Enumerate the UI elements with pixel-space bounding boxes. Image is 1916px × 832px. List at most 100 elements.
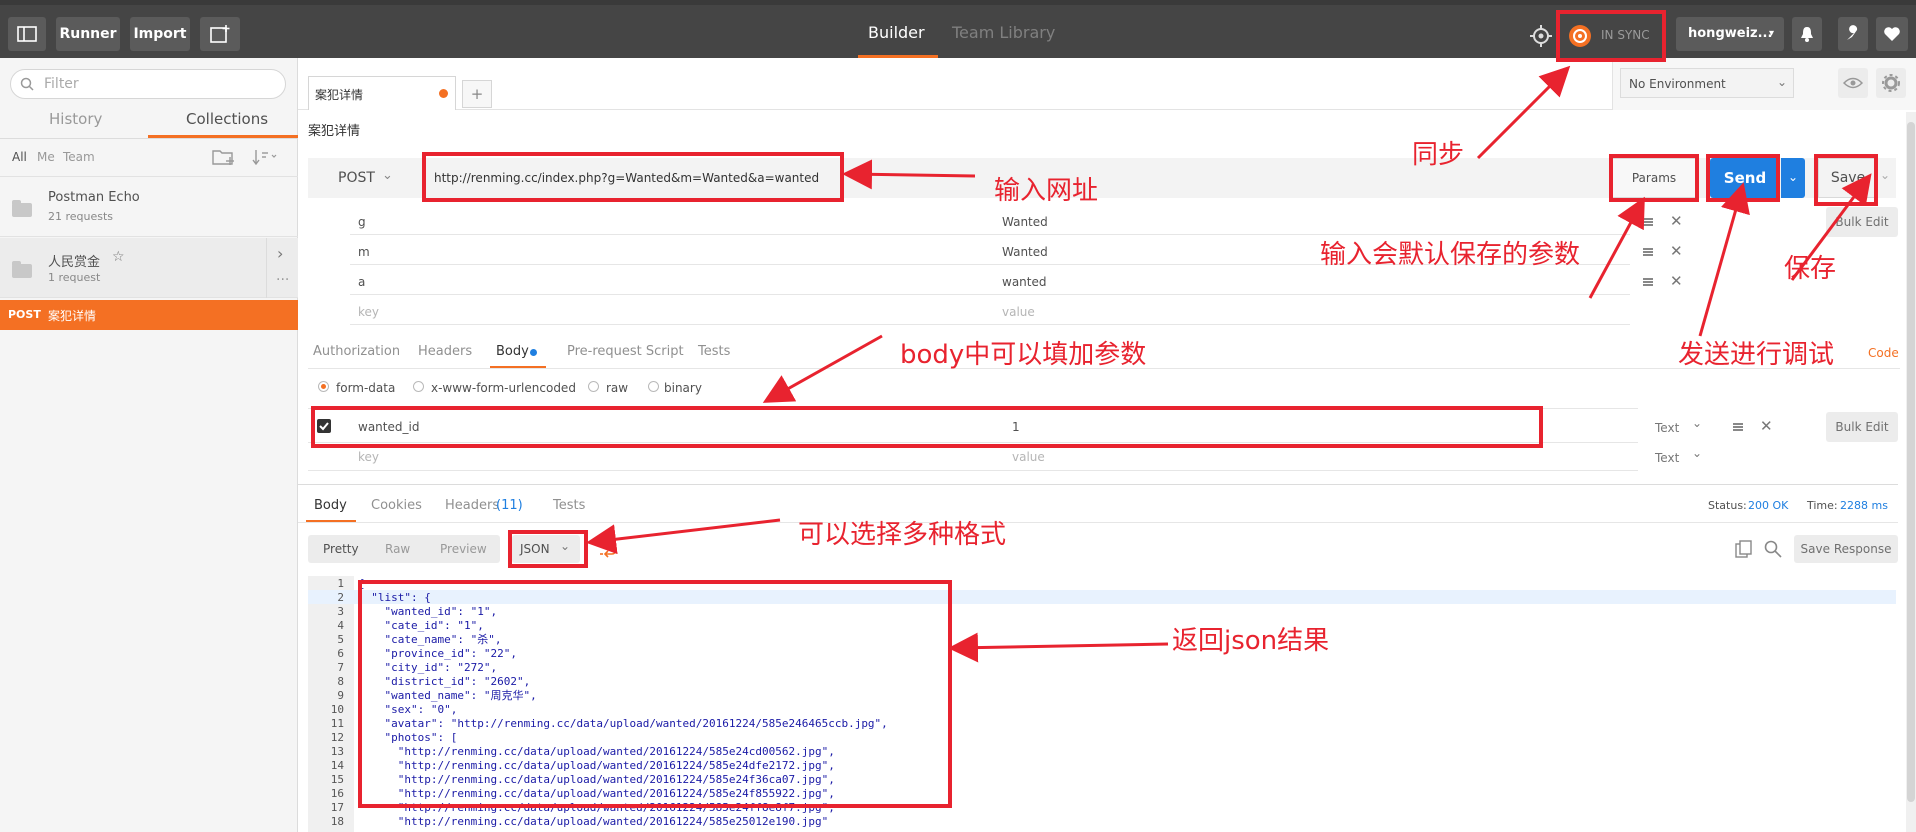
- new-window-button[interactable]: [200, 17, 240, 51]
- scope-all[interactable]: All: [12, 150, 27, 164]
- add-tab-button[interactable]: +: [462, 80, 492, 108]
- chevron-right-icon[interactable]: ›: [277, 244, 283, 263]
- wrap-lines-icon[interactable]: [598, 542, 618, 558]
- tab-body[interactable]: Body: [496, 344, 529, 359]
- delete-icon[interactable]: ✕: [1670, 272, 1683, 290]
- notifications-button[interactable]: [1792, 17, 1822, 51]
- radio-urlencoded[interactable]: [413, 381, 424, 392]
- body-mode-label: binary: [664, 381, 702, 395]
- interceptor-icon[interactable]: [1530, 25, 1552, 47]
- tab-cookies[interactable]: Cookies: [371, 498, 422, 513]
- view-raw[interactable]: Raw: [385, 542, 410, 556]
- tab-builder[interactable]: Builder: [868, 23, 925, 42]
- save-button[interactable]: Save: [1818, 158, 1878, 198]
- param-value[interactable]: Wanted: [1002, 245, 1048, 259]
- type-select[interactable]: Text: [1655, 451, 1679, 465]
- runner-button[interactable]: Runner: [56, 17, 120, 51]
- new-collection-icon[interactable]: [212, 148, 236, 166]
- tab-team-library[interactable]: Team Library: [952, 23, 1055, 42]
- radio-binary[interactable]: [648, 381, 659, 392]
- filter-input[interactable]: Filter: [10, 69, 286, 99]
- copy-icon[interactable]: [1735, 540, 1753, 558]
- more-icon[interactable]: ···: [276, 272, 289, 288]
- tab-headers[interactable]: Headers: [418, 344, 472, 359]
- code-text: "http://renming.cc/data/upload/wanted/20…: [358, 773, 835, 786]
- request-item-active[interactable]: POST 案犯详情: [0, 300, 298, 330]
- tab-pre-request-script[interactable]: Pre-request Script: [567, 344, 684, 359]
- annotation-format: 可以选择多种格式: [798, 520, 1007, 550]
- save-dropdown-chevron-icon[interactable]: ⌄: [1880, 168, 1890, 182]
- param-key[interactable]: g: [358, 215, 366, 229]
- collection-item[interactable]: Postman Echo 21 requests: [0, 177, 298, 237]
- scrollbar-thumb[interactable]: [1907, 122, 1915, 802]
- view-pretty[interactable]: Pretty: [323, 542, 359, 556]
- chevron-down-icon: ⌄: [560, 539, 571, 553]
- reorder-icon[interactable]: [1643, 218, 1653, 226]
- params-button[interactable]: Params: [1612, 158, 1696, 198]
- tab-collections[interactable]: Collections: [186, 110, 268, 128]
- body-key-placeholder[interactable]: key: [358, 450, 379, 464]
- param-value[interactable]: wanted: [1002, 275, 1046, 289]
- scrollbar[interactable]: [1906, 112, 1916, 832]
- eye-button[interactable]: [1838, 68, 1868, 98]
- delete-icon[interactable]: ✕: [1670, 212, 1683, 230]
- search-icon[interactable]: [1764, 540, 1782, 558]
- star-icon[interactable]: ☆: [112, 249, 125, 265]
- radio-form-data[interactable]: [318, 381, 329, 392]
- body-value-placeholder[interactable]: value: [1012, 450, 1045, 464]
- body-bulk-edit-button[interactable]: Bulk Edit: [1826, 412, 1898, 442]
- request-tab[interactable]: 案犯详情: [308, 76, 456, 110]
- code-editor[interactable]: 1 {2 "list": {3 "wanted_id": "1", 4 "cate_…: [308, 576, 1896, 832]
- import-button[interactable]: Import: [130, 17, 190, 51]
- param-key-placeholder[interactable]: key: [358, 305, 379, 319]
- tab-tests[interactable]: Tests: [698, 344, 730, 359]
- reorder-icon[interactable]: [1643, 248, 1653, 256]
- user-menu[interactable]: hongweiz... ▾: [1676, 17, 1784, 51]
- method-select[interactable]: POST ⌄: [320, 158, 406, 198]
- type-select[interactable]: Text: [1655, 421, 1679, 435]
- row-checkbox[interactable]: [317, 419, 331, 433]
- line-number: 7: [337, 661, 344, 674]
- sync-status[interactable]: IN SYNC: [1601, 28, 1650, 42]
- divider: [0, 138, 298, 139]
- radio-raw[interactable]: [588, 381, 599, 392]
- save-response-button[interactable]: Save Response: [1794, 535, 1898, 563]
- settings-button[interactable]: [1838, 17, 1868, 51]
- param-key[interactable]: m: [358, 245, 370, 259]
- divider: [298, 522, 1898, 523]
- reorder-icon[interactable]: [1643, 278, 1653, 286]
- tab-history[interactable]: History: [49, 110, 102, 128]
- param-value[interactable]: Wanted: [1002, 215, 1048, 229]
- sort-icon[interactable]: [252, 149, 278, 165]
- environment-settings-button[interactable]: [1876, 68, 1906, 98]
- tab-authorization[interactable]: Authorization: [313, 344, 400, 359]
- code-text: "wanted_name": "周克华",: [358, 689, 537, 702]
- sidebar: Filter History Collections All Me Team P…: [0, 58, 298, 832]
- code-text: "http://renming.cc/data/upload/wanted/20…: [358, 745, 835, 758]
- param-value-placeholder[interactable]: value: [1002, 305, 1035, 319]
- view-preview[interactable]: Preview: [440, 542, 487, 556]
- tab-response-body[interactable]: Body: [314, 498, 347, 513]
- headers-count: (11): [496, 498, 523, 513]
- delete-icon[interactable]: ✕: [1670, 242, 1683, 260]
- tab-response-headers[interactable]: Headers: [445, 498, 499, 513]
- params-bulk-edit-button[interactable]: Bulk Edit: [1826, 207, 1898, 237]
- reorder-icon[interactable]: [1733, 423, 1743, 431]
- code-text: "http://renming.cc/data/upload/wanted/20…: [358, 759, 835, 772]
- delete-icon[interactable]: ✕: [1760, 417, 1773, 435]
- send-dropdown-chevron-icon[interactable]: ⌄: [1781, 158, 1805, 198]
- format-select[interactable]: JSON ⌄: [512, 535, 580, 563]
- collection-item[interactable]: 人民赏金 ☆ 1 request › ···: [0, 238, 298, 298]
- scope-team[interactable]: Team: [63, 150, 95, 164]
- environment-select[interactable]: No Environment ⌄: [1620, 68, 1794, 98]
- param-key[interactable]: a: [358, 275, 365, 289]
- code-link[interactable]: Code: [1868, 346, 1899, 360]
- heart-button[interactable]: [1876, 17, 1908, 51]
- body-key[interactable]: wanted_id: [358, 420, 419, 434]
- send-button[interactable]: Send: [1710, 158, 1780, 198]
- scope-me[interactable]: Me: [37, 150, 55, 164]
- sidebar-toggle-button[interactable]: [8, 17, 46, 51]
- body-value[interactable]: 1: [1012, 420, 1020, 434]
- annotation-url: 输入网址: [994, 176, 1099, 206]
- tab-response-tests[interactable]: Tests: [553, 498, 585, 513]
